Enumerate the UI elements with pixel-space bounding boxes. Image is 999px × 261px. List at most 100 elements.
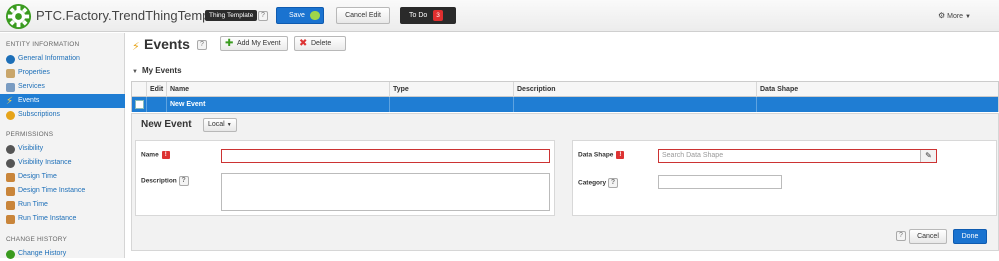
pencil-icon[interactable]: ✎ xyxy=(920,150,936,162)
column-header-description[interactable]: Description xyxy=(513,82,756,97)
add-my-event-label: Add My Event xyxy=(237,40,281,47)
subscriptions-icon xyxy=(6,111,15,120)
sidebar-item-design-time-instance[interactable]: Design Time Instance xyxy=(0,184,125,198)
help-icon[interactable]: ? xyxy=(258,11,268,21)
entity-title: PTC.Factory.TrendThingTemplate xyxy=(36,8,231,23)
info-icon xyxy=(6,55,15,64)
plus-icon: ✚ xyxy=(225,38,234,49)
top-bar: PTC.Factory.TrendThingTemplate Thing Tem… xyxy=(0,0,999,32)
cell-edit[interactable] xyxy=(146,97,166,112)
sidebar-item-label: Properties xyxy=(18,69,50,76)
sidebar-item-label: Events xyxy=(18,97,40,104)
sidebar-item-label: Change History xyxy=(18,250,67,257)
sidebar-item-run-time[interactable]: Run Time xyxy=(0,198,125,212)
main-content: ⚡ Events ? ✚ Add My Event ✖ Delete ▼ My E… xyxy=(126,33,999,258)
sidebar-item-properties[interactable]: Properties xyxy=(0,66,125,80)
add-my-event-button[interactable]: ✚ Add My Event xyxy=(220,36,288,51)
collapse-triangle-icon: ▼ xyxy=(132,69,138,75)
data-shape-search-input[interactable]: Search Data Shape ✎ xyxy=(658,149,937,163)
sidebar-item-visibility-instance[interactable]: Visibility Instance xyxy=(0,156,125,170)
visibility-instance-icon xyxy=(6,159,15,168)
my-events-section-header[interactable]: ▼ My Events xyxy=(132,66,182,75)
column-header-name[interactable]: Name xyxy=(166,82,389,97)
data-shape-label-text: Data Shape xyxy=(578,151,614,159)
editor-title: New Event xyxy=(141,119,192,130)
sidebar-section-permissions: PERMISSIONS xyxy=(6,131,54,138)
sidebar: ENTITY INFORMATION General Information P… xyxy=(0,33,125,261)
cell-data-shape xyxy=(756,97,998,112)
comment-icon xyxy=(310,11,320,20)
run-time-icon xyxy=(6,201,15,210)
name-label-text: Name xyxy=(141,151,159,159)
editor-right-panel: Data Shape! Search Data Shape ✎ Category… xyxy=(572,140,997,216)
gear-icon: ⚙ xyxy=(938,11,946,20)
help-icon[interactable]: ? xyxy=(178,176,189,186)
help-icon[interactable]: ? xyxy=(896,231,906,241)
required-icon: ! xyxy=(616,151,625,159)
services-icon xyxy=(6,83,15,92)
category-label-text: Category xyxy=(578,179,607,187)
name-input[interactable] xyxy=(221,149,550,163)
delete-x-icon: ✖ xyxy=(299,38,308,49)
delete-button[interactable]: ✖ Delete xyxy=(294,36,346,51)
sidebar-item-label: Design Time xyxy=(18,173,57,180)
save-label: Save xyxy=(289,12,305,19)
sidebar-section-entity-information: ENTITY INFORMATION xyxy=(6,41,80,48)
todo-button[interactable]: To Do 3 xyxy=(400,7,456,24)
sidebar-section-change-history: CHANGE HISTORY xyxy=(6,236,68,243)
data-shape-label: Data Shape! xyxy=(578,151,625,159)
sidebar-item-label: Visibility xyxy=(18,145,44,152)
design-time-icon xyxy=(6,173,15,182)
sidebar-item-label: Run Time Instance xyxy=(18,215,77,222)
chevron-down-icon: ▼ xyxy=(965,14,971,20)
more-menu-button[interactable]: ⚙ More ▼ xyxy=(938,11,971,20)
sidebar-item-label: General Information xyxy=(18,55,80,62)
sidebar-item-label: Services xyxy=(18,83,45,90)
sidebar-item-events[interactable]: ⚡ Events xyxy=(0,94,125,108)
sidebar-item-change-history[interactable]: Change History xyxy=(0,247,125,261)
design-time-instance-icon xyxy=(6,187,15,196)
cell-type xyxy=(389,97,513,112)
description-label: Description ? xyxy=(141,176,189,186)
done-button[interactable]: Done xyxy=(953,229,987,244)
category-input[interactable] xyxy=(658,175,782,189)
sidebar-item-label: Subscriptions xyxy=(18,111,61,118)
chevron-down-icon: ▼ xyxy=(226,122,232,128)
visibility-icon xyxy=(6,145,15,154)
sidebar-item-run-time-instance[interactable]: Run Time Instance xyxy=(0,212,125,226)
help-icon[interactable]: ? xyxy=(608,178,618,188)
cancel-button[interactable]: Cancel xyxy=(909,229,947,244)
save-button[interactable]: Save xyxy=(276,7,324,24)
sidebar-item-services[interactable]: Services xyxy=(0,80,125,94)
my-events-title: My Events xyxy=(141,66,182,75)
todo-count-badge: 3 xyxy=(433,10,443,21)
column-header-data-shape[interactable]: Data Shape xyxy=(756,82,998,97)
description-label-text: Description xyxy=(141,177,177,185)
name-label: Name! xyxy=(141,151,170,159)
column-header-type[interactable]: Type xyxy=(389,82,513,97)
sidebar-item-label: Run Time xyxy=(18,201,48,208)
run-time-instance-icon xyxy=(6,215,15,224)
properties-icon xyxy=(6,69,15,78)
description-textarea[interactable] xyxy=(221,173,550,211)
lightning-icon: ⚡ xyxy=(6,96,14,107)
table-row[interactable]: New Event xyxy=(132,97,998,112)
delete-label: Delete xyxy=(311,40,332,47)
more-label: More xyxy=(947,13,964,20)
column-header-edit[interactable]: Edit xyxy=(146,82,166,97)
sidebar-item-label: Visibility Instance xyxy=(18,159,72,166)
row-checkbox[interactable] xyxy=(135,100,144,109)
scope-dropdown[interactable]: Local ▼ xyxy=(203,118,237,132)
help-icon[interactable]: ? xyxy=(197,40,207,50)
todo-label: To Do xyxy=(409,12,428,19)
cancel-edit-button[interactable]: Cancel Edit xyxy=(336,7,390,24)
grid-header-row: Edit Name Type Description Data Shape xyxy=(132,82,998,97)
events-grid: Edit Name Type Description Data Shape Ne… xyxy=(131,81,999,112)
event-editor-panel: New Event Local ▼ Name! Description ? Da… xyxy=(131,113,999,251)
scope-label: Local xyxy=(208,121,225,128)
sidebar-item-visibility[interactable]: Visibility xyxy=(0,142,125,156)
sidebar-item-general-information[interactable]: General Information xyxy=(0,52,125,66)
sidebar-item-subscriptions[interactable]: Subscriptions xyxy=(0,108,125,122)
entity-type-badge: Thing Template xyxy=(205,10,258,21)
sidebar-item-design-time[interactable]: Design Time xyxy=(0,170,125,184)
